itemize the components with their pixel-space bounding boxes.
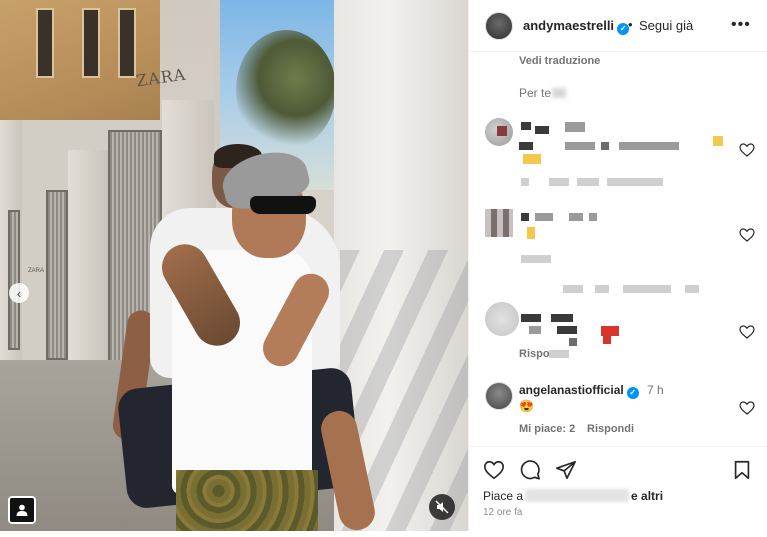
speaker-muted-icon: [435, 500, 449, 514]
tree-reflection: [236, 30, 336, 150]
window: [118, 8, 136, 78]
pixelated-block: [549, 350, 569, 358]
likes-suffix[interactable]: e altri: [631, 489, 663, 503]
separator-dot: •: [628, 17, 633, 32]
pixelated-block: [563, 285, 583, 293]
comment-time: 7 h: [647, 383, 664, 397]
pixelated-emoji: [601, 326, 619, 336]
post-timestamp: 12 ore fa: [483, 507, 523, 518]
see-translation-link[interactable]: Vedi traduzione: [519, 55, 600, 67]
blurred-content: [552, 88, 566, 98]
commenter-avatar: [485, 209, 513, 237]
pixelated-block: [565, 142, 595, 150]
caption-text: Per te: [519, 86, 552, 100]
window: [82, 8, 100, 78]
heart-icon[interactable]: [739, 400, 755, 416]
pixelated-emoji: [523, 154, 541, 164]
bottom-border: [0, 531, 767, 537]
share-send-icon[interactable]: [555, 459, 577, 481]
bookmark-icon[interactable]: [731, 459, 753, 481]
pixelated-block: [569, 213, 583, 221]
commenter-username-text[interactable]: angelanastiofficial: [519, 383, 624, 397]
like-heart-icon[interactable]: [483, 459, 505, 481]
comment-text: 😍: [519, 399, 534, 413]
pixelated-block: [535, 126, 549, 134]
comment-item-blurred: [469, 112, 767, 192]
pixelated-block: [519, 142, 533, 150]
pixelated-block: [565, 122, 585, 132]
pixelated-block: [601, 142, 609, 150]
pixelated-block: [549, 178, 569, 186]
pixelated-block: [623, 285, 671, 293]
verified-badge-icon: ✓: [626, 386, 639, 399]
commenter-username[interactable]: angelanastiofficial ✓: [519, 383, 639, 399]
post-action-bar: [469, 446, 767, 494]
author-username-text[interactable]: andymaestrelli: [523, 18, 614, 33]
heart-icon[interactable]: [739, 227, 755, 243]
heart-icon[interactable]: [739, 324, 755, 340]
pixelated-block: [595, 285, 609, 293]
commenter-avatar: [485, 302, 519, 336]
pixelated-emoji: [527, 227, 535, 239]
likes-prefix: Piace a: [483, 489, 524, 503]
pixelated-block: [521, 178, 529, 186]
comment-item-blurred: [469, 205, 767, 295]
pixelated-block: [551, 314, 573, 322]
audio-muted-button[interactable]: [429, 494, 455, 520]
post-side-panel: andymaestrelli ✓ • Segui già ••• Vedi tra…: [468, 0, 767, 531]
carousel-prev-button[interactable]: ‹: [9, 283, 29, 303]
pixelated-block: [521, 122, 531, 130]
pixelated-block: [535, 213, 553, 221]
commenter-avatar[interactable]: [485, 382, 513, 410]
chevron-left-icon: ‹: [16, 285, 22, 301]
tagged-users-button[interactable]: [8, 496, 36, 524]
user-icon: [16, 504, 28, 516]
comment-icon[interactable]: [519, 459, 541, 481]
pixelated-emoji: [603, 336, 611, 344]
pixelated-block: [619, 142, 679, 150]
window: [36, 8, 54, 78]
pixelated-block: [589, 213, 597, 221]
sunglasses: [250, 196, 316, 214]
storefront-sign-small: ZARA: [28, 268, 45, 274]
pixelated-block: [607, 178, 663, 186]
pixelated-block: [497, 126, 507, 136]
pixelated-block: [521, 314, 541, 322]
post-header: andymaestrelli ✓ • Segui già •••: [469, 0, 767, 52]
pixelated-block: [569, 338, 577, 346]
post-photo[interactable]: ZARA ZARA ‹: [0, 0, 468, 531]
metal-shutter: [46, 190, 68, 360]
more-horizontal-icon[interactable]: •••: [731, 16, 751, 34]
heart-icon[interactable]: [739, 142, 755, 158]
pixelated-emoji: [713, 136, 723, 146]
pixelated-block: [521, 255, 551, 263]
comment-item-blurred: Rispo: [469, 300, 767, 368]
comment-likes-count[interactable]: Mi piace: 2: [519, 423, 575, 435]
person-front-shorts: [176, 470, 318, 531]
pixelated-block: [577, 178, 599, 186]
pixelated-block: [521, 213, 529, 221]
pixelated-block: [557, 326, 577, 334]
author-avatar[interactable]: [485, 12, 513, 40]
likes-summary[interactable]: Piace a e altri: [483, 489, 663, 503]
facade-column: [68, 150, 108, 390]
reply-link[interactable]: Rispondi: [587, 423, 634, 435]
blurred-username: [525, 489, 630, 502]
pixelated-block: [685, 285, 699, 293]
author-username[interactable]: andymaestrelli ✓: [523, 18, 630, 35]
metal-shutter: [8, 210, 20, 350]
pixelated-block: [529, 326, 541, 334]
following-button[interactable]: Segui già: [639, 18, 693, 33]
reply-link-blurred[interactable]: Rispo: [519, 348, 550, 360]
